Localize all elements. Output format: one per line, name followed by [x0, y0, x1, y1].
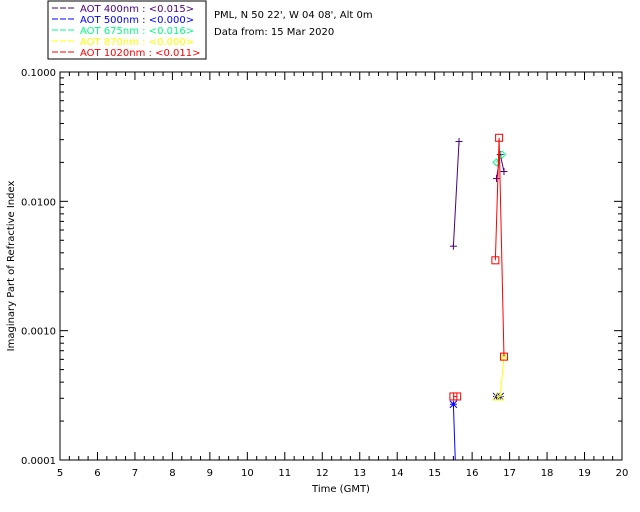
x-tick-label: 20 — [616, 468, 629, 479]
chart-title: PML, N 50 22', W 04 08', Alt 0m Data from… — [214, 10, 373, 38]
x-tick-label: 17 — [503, 468, 516, 479]
y-axis-label: Imaginary Part of Refractive Index — [6, 181, 17, 352]
y-tick-labels: 0.0001 0.0010 0.0100 0.1000 — [21, 68, 56, 467]
legend-entry: AOT 400nm : <0.015> — [80, 4, 194, 15]
title-line: Data from: 15 Mar 2020 — [214, 27, 334, 38]
legend-entry: AOT 1020nm : <0.011> — [80, 48, 200, 59]
series-line — [452, 404, 456, 461]
x-tick-label: 5 — [57, 468, 63, 479]
series-line — [496, 356, 505, 397]
x-tick-label: 8 — [169, 468, 175, 479]
y-tick-label: 0.0001 — [21, 456, 56, 467]
legend-entry: AOT 675nm : <0.016> — [80, 26, 194, 37]
data-series — [449, 133, 509, 461]
x-tick-label: 12 — [316, 468, 329, 479]
x-tick-labels: 5 6 7 8 9 10 11 12 13 14 15 16 17 18 19 20 — [57, 468, 629, 479]
x-tick-label: 7 — [132, 468, 138, 479]
y-tick-label: 0.0100 — [21, 197, 56, 208]
y-tick-label: 0.0010 — [21, 327, 56, 338]
plot-area-frame — [59, 71, 623, 461]
series-line — [452, 141, 460, 247]
series-line — [494, 137, 505, 357]
x-tick-label: 9 — [207, 468, 213, 479]
title-line: PML, N 50 22', W 04 08', Alt 0m — [214, 10, 373, 21]
legend-entry: AOT 500nm : <0.000> — [80, 15, 194, 26]
chart-figure: AOT 400nm : <0.015> AOT 500nm : <0.000> AO… — [0, 0, 640, 512]
x-tick-label: 16 — [466, 468, 479, 479]
y-tick-label: 0.1000 — [21, 68, 56, 79]
x-tick-label: 11 — [278, 468, 291, 479]
series-4 — [449, 133, 508, 401]
legend: AOT 400nm : <0.015>AOT 500nm : <0.000>AO… — [47, 0, 207, 60]
x-tick-label: 18 — [541, 468, 554, 479]
x-tick-label: 14 — [391, 468, 404, 479]
series-1 — [449, 392, 505, 461]
x-tick-label: 19 — [578, 468, 591, 479]
x-axis-label: Time (GMT) — [311, 484, 370, 495]
axis-ticks — [59, 71, 623, 461]
x-tick-label: 15 — [428, 468, 441, 479]
legend-entry: AOT 870nm : <0.000> — [80, 37, 194, 48]
chart-canvas: AOT 400nm : <0.015>AOT 500nm : <0.000>AO… — [6, 0, 629, 495]
x-tick-label: 10 — [241, 468, 254, 479]
x-tick-label: 6 — [94, 468, 100, 479]
x-tick-label: 13 — [353, 468, 366, 479]
